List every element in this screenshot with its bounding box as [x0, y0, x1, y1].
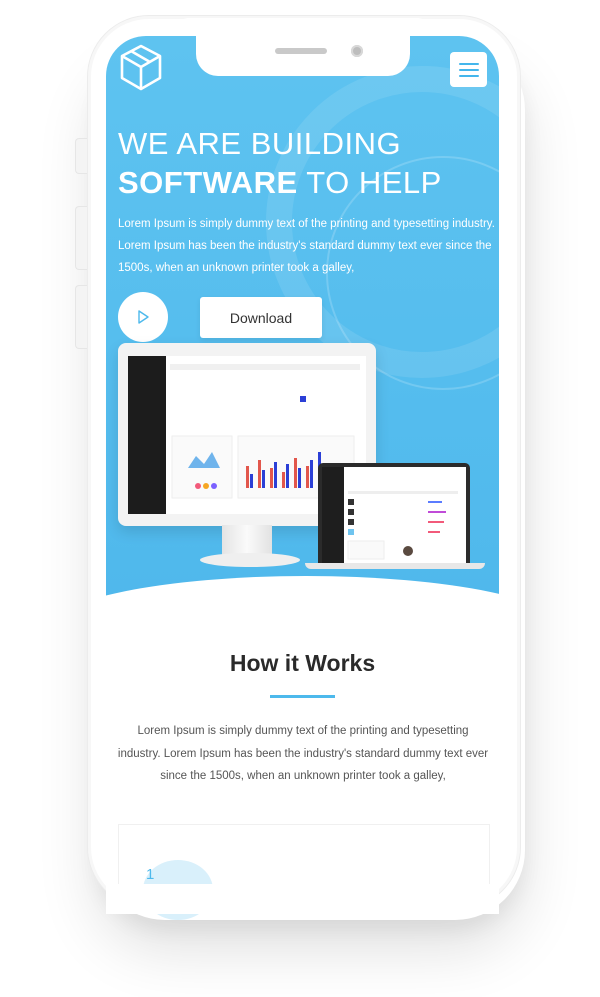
- hero-headline-rest: TO HELP: [297, 165, 442, 200]
- play-button[interactable]: [118, 292, 168, 342]
- section-divider: [270, 695, 335, 698]
- step-number: 1: [146, 866, 155, 883]
- laptop-mockup: [318, 463, 470, 563]
- notch-corner: [410, 18, 424, 32]
- play-icon: [138, 310, 149, 324]
- phone-camera: [351, 45, 363, 57]
- logo-cube-icon[interactable]: [116, 42, 166, 94]
- menu-icon: [458, 68, 479, 71]
- section-description: Lorem Ipsum is simply dummy text of the …: [117, 725, 489, 782]
- hero-headline-bold: SOFTWARE: [118, 165, 298, 200]
- hero-description: Lorem Ipsum is simply dummy text of the …: [118, 218, 495, 274]
- laptop-base: [305, 563, 485, 569]
- phone-bottom-bezel: [106, 884, 499, 914]
- laptop-preview-graphic: [347, 491, 458, 560]
- menu-button[interactable]: [450, 52, 487, 87]
- phone-notch: [196, 18, 410, 76]
- hero-wave: [106, 576, 499, 606]
- monitor-base: [200, 553, 300, 567]
- hero-headline: WE ARE BUILDING: [118, 126, 402, 161]
- laptop-dashboard-preview: [322, 467, 466, 563]
- section-title: How it Works: [229, 650, 376, 676]
- menu-icon: [458, 74, 479, 77]
- menu-icon: [458, 62, 479, 65]
- notch-corner: [182, 18, 196, 32]
- hero-headline-2: SOFTWARE TO HELP: [118, 165, 442, 201]
- download-button[interactable]: Download: [200, 297, 322, 338]
- phone-speaker: [275, 48, 327, 54]
